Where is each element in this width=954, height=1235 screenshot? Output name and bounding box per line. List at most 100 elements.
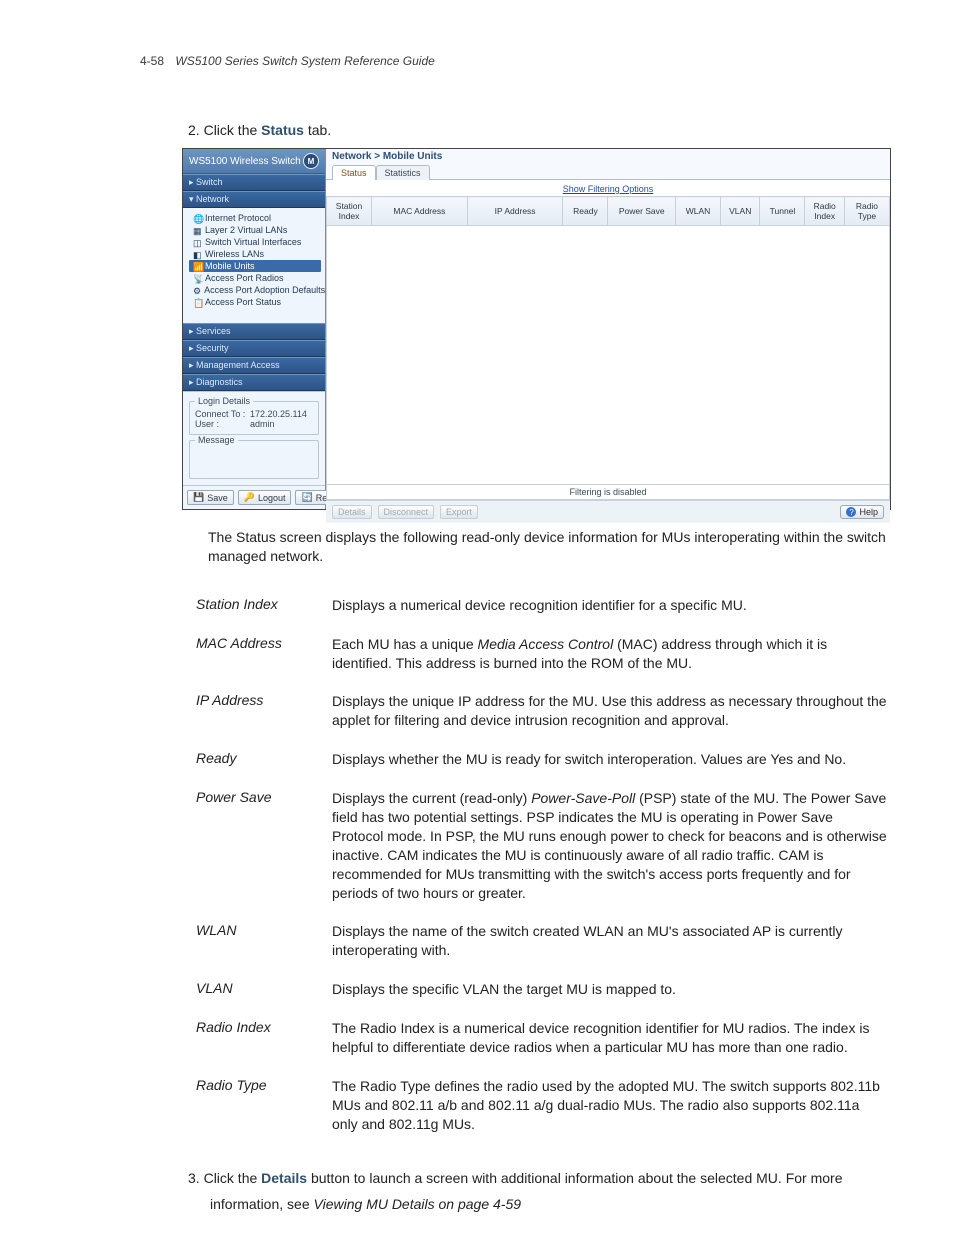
logout-icon: 🔑 [244,492,255,503]
mu-table: Station Index MAC Address IP Address Rea… [326,196,890,226]
col-ip-address[interactable]: IP Address [467,197,563,226]
tab-statistics[interactable]: Statistics [376,165,430,180]
filter-status: Filtering is disabled [326,485,890,500]
nav-band-network[interactable]: ▾ Network [183,191,325,208]
ui-screenshot: WS5100 Wireless Switch M ▸ Switch ▾ Netw… [182,148,891,510]
tree-item[interactable]: 📡Access Port Radios [189,272,321,284]
def-text: Displays whether the MU is ready for swi… [332,740,895,779]
status-tab-ref: Status [261,122,304,138]
bottom-bar: Details Disconnect Export ?Help [326,500,890,523]
nav-band-services[interactable]: ▸ Services [183,323,325,340]
main-column: Network > Mobile Units Status Statistics… [326,149,890,509]
brand-logo-icon: M [303,153,319,169]
table-body-empty [326,226,890,485]
col-ready[interactable]: Ready [563,197,608,226]
show-filtering-link[interactable]: Show Filtering Options [326,180,890,196]
globe-icon: 🌐 [193,214,202,223]
wlan-icon: ◧ [193,250,202,259]
doc-title: WS5100 Series Switch System Reference Gu… [175,54,434,68]
login-ip: 172.20.25.114 [250,409,307,419]
col-tunnel[interactable]: Tunnel [760,197,805,226]
def-term: Power Save [190,779,332,912]
login-details: Login Details Connect To :172.20.25.114 … [183,391,325,485]
nav-band-mgmt[interactable]: ▸ Management Access [183,357,325,374]
col-mac-address[interactable]: MAC Address [372,197,468,226]
def-row: Station IndexDisplays a numerical device… [190,586,895,625]
def-row: MAC AddressEach MU has a unique Media Ac… [190,625,895,683]
def-text: Each MU has a unique Media Access Contro… [332,625,895,683]
interface-icon: ◫ [193,238,202,247]
def-row: WLANDisplays the name of the switch crea… [190,912,895,970]
refresh-icon: 🔄 [301,492,312,503]
page-header: 4-58 WS5100 Series Switch System Referen… [140,54,904,68]
tree-item[interactable]: 📋Access Port Status [189,296,321,308]
tree-item-selected[interactable]: 📶Mobile Units [189,260,321,272]
def-row: VLANDisplays the specific VLAN the targe… [190,970,895,1009]
page-number: 4-58 [140,54,164,68]
tree-item[interactable]: ⚙Access Port Adoption Defaults [189,284,321,296]
status-icon: 📋 [193,298,202,307]
def-row: IP AddressDisplays the unique IP address… [190,682,895,740]
tree-item[interactable]: 🌐Internet Protocol [189,212,321,224]
def-text: Displays the specific VLAN the target MU… [332,970,895,1009]
help-button[interactable]: ?Help [840,505,884,519]
def-row: Radio TypeThe Radio Type defines the rad… [190,1067,895,1144]
nav-band-diag[interactable]: ▸ Diagnostics [183,374,325,391]
def-text: Displays the unique IP address for the M… [332,682,895,740]
col-radio-type[interactable]: Radio Type [844,197,889,226]
table-header-row: Station Index MAC Address IP Address Rea… [327,197,890,226]
nav-bottom-bar: 💾Save 🔑Logout 🔄Refresh [183,485,325,509]
layers-icon: ▦ [193,226,202,235]
nav-band-security[interactable]: ▸ Security [183,340,325,357]
nav-tree: 🌐Internet Protocol ▦Layer 2 Virtual LANs… [183,208,325,312]
def-term: WLAN [190,912,332,970]
radio-icon: 📡 [193,274,202,283]
tab-status[interactable]: Status [332,165,376,180]
breadcrumb: Network > Mobile Units [326,149,890,162]
xref: Viewing MU Details on page 4-59 [314,1196,522,1212]
status-description: The Status screen displays the following… [208,528,888,566]
def-row: Radio IndexThe Radio Index is a numerica… [190,1009,895,1067]
logout-button[interactable]: 🔑Logout [238,490,292,505]
disconnect-button[interactable]: Disconnect [378,505,435,519]
def-text: The Radio Type defines the radio used by… [332,1067,895,1144]
step-2: 2. Click the Status tab. [188,122,904,138]
def-term: Radio Type [190,1067,332,1144]
def-text: Displays a numerical device recognition … [332,586,895,625]
def-text: Displays the name of the switch created … [332,912,895,970]
def-term: IP Address [190,682,332,740]
col-wlan[interactable]: WLAN [676,197,721,226]
nav-band-switch[interactable]: ▸ Switch [183,174,325,191]
tree-item[interactable]: ◫Switch Virtual Interfaces [189,236,321,248]
export-button[interactable]: Export [440,505,478,519]
def-term: MAC Address [190,625,332,683]
definitions-table: Station IndexDisplays a numerical device… [190,586,895,1144]
tab-strip: Status Statistics [326,162,890,180]
def-text: The Radio Index is a numerical device re… [332,1009,895,1067]
def-term: Ready [190,740,332,779]
step-3: 3. Click the Details button to launch a … [188,1170,904,1186]
def-term: Station Index [190,586,332,625]
defaults-icon: ⚙ [193,286,201,295]
login-user: admin [250,419,275,429]
col-vlan[interactable]: VLAN [721,197,760,226]
step-3-cont: information, see Viewing MU Details on p… [210,1196,904,1212]
col-radio-index[interactable]: Radio Index [805,197,844,226]
def-term: Radio Index [190,1009,332,1067]
save-icon: 💾 [193,492,204,503]
def-term: VLAN [190,970,332,1009]
def-row: ReadyDisplays whether the MU is ready fo… [190,740,895,779]
save-button[interactable]: 💾Save [187,490,234,505]
tree-item[interactable]: ◧Wireless LANs [189,248,321,260]
help-icon: ? [846,507,856,517]
nav-title-bar: WS5100 Wireless Switch M [183,149,325,174]
tree-item[interactable]: ▦Layer 2 Virtual LANs [189,224,321,236]
details-button-ref: Details [261,1170,307,1186]
col-power-save[interactable]: Power Save [608,197,676,226]
def-text: Displays the current (read-only) Power-S… [332,779,895,912]
nav-column: WS5100 Wireless Switch M ▸ Switch ▾ Netw… [183,149,326,509]
col-station-index[interactable]: Station Index [327,197,372,226]
mu-icon: 📶 [193,262,202,271]
details-button[interactable]: Details [332,505,372,519]
def-row: Power SaveDisplays the current (read-onl… [190,779,895,912]
